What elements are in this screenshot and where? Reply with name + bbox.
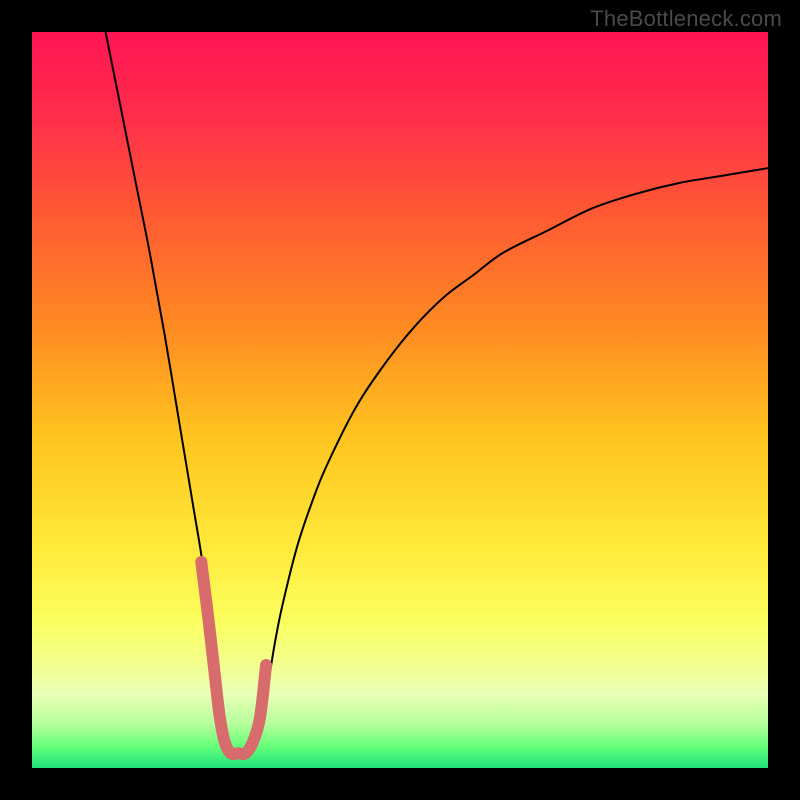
chart-container: TheBottleneck.com [0,0,800,800]
gradient-background [32,32,768,768]
plot-area [32,32,768,768]
watermark-text: TheBottleneck.com [590,6,782,32]
chart-svg [32,32,768,768]
